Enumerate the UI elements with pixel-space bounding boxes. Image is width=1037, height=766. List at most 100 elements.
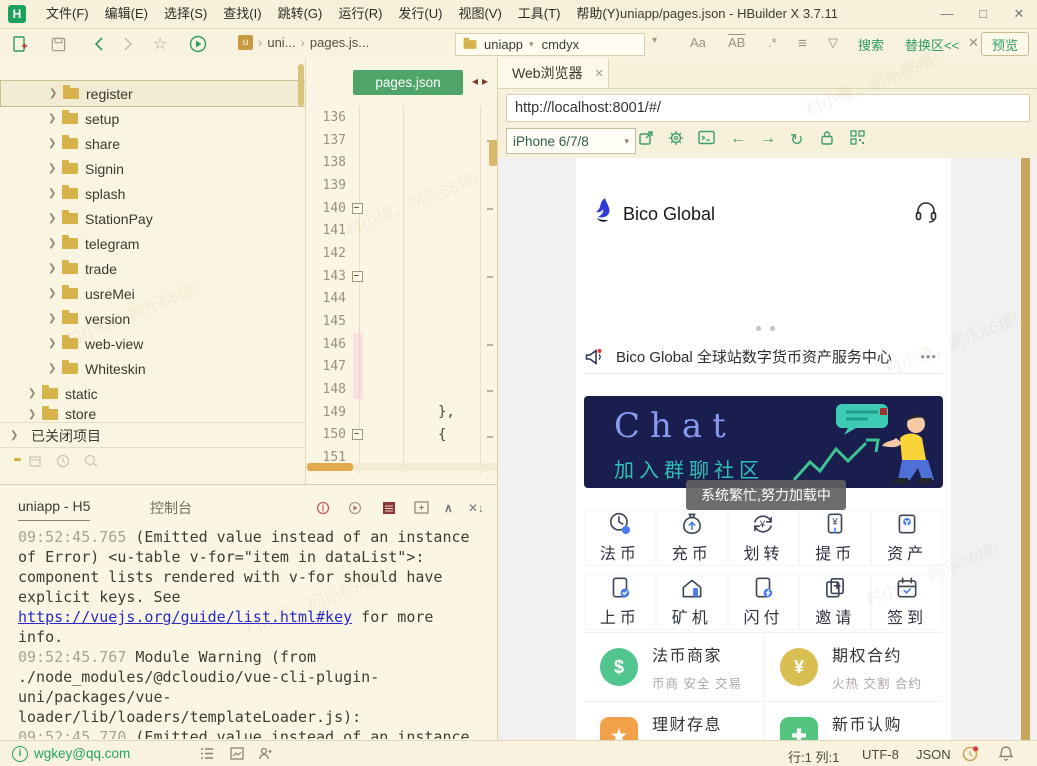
menu-item-help[interactable]: 帮助(Y) bbox=[568, 0, 627, 28]
menu-item-edit[interactable]: 编辑(E) bbox=[97, 0, 156, 28]
menu-item-qiandao[interactable]: 签到 bbox=[871, 574, 943, 630]
customer-service-icon[interactable] bbox=[914, 200, 938, 224]
tree-item-version[interactable]: ❯version bbox=[0, 306, 305, 331]
menu-item-chongbi[interactable]: 充币 bbox=[656, 510, 728, 566]
tab-scroll-arrows[interactable]: ◂▸ bbox=[472, 74, 492, 88]
device-select[interactable]: iPhone 6/7/8 ▾ bbox=[506, 128, 636, 154]
restart-icon[interactable] bbox=[348, 501, 362, 515]
editor-horizontal-scrollbar[interactable] bbox=[307, 463, 353, 471]
tab-pages-json[interactable]: pages.json bbox=[353, 70, 463, 95]
collapse-panel-icon[interactable]: ∧ bbox=[444, 501, 453, 515]
tree-item-telegram[interactable]: ❯telegram bbox=[0, 231, 305, 256]
maximize-button[interactable]: □ bbox=[965, 0, 1001, 28]
announcement-bar[interactable]: Bico Global 全球站数字货币资产服务中心 ••• bbox=[584, 340, 943, 374]
project-select[interactable]: uniapp bbox=[484, 37, 523, 52]
tree-item-splash[interactable]: ❯splash bbox=[0, 181, 305, 206]
browser-scrollbar[interactable] bbox=[1021, 158, 1030, 740]
tree-item-trade[interactable]: ❯trade bbox=[0, 256, 305, 281]
lock-icon[interactable] bbox=[820, 130, 834, 145]
console-link[interactable]: https://vuejs.org/guide/list.html#key bbox=[18, 608, 352, 626]
card-fiat-merchant[interactable]: $ 法币商家 币商 安全 交易 bbox=[584, 633, 763, 701]
run-button[interactable] bbox=[188, 34, 208, 54]
clear-log-icon[interactable] bbox=[382, 501, 396, 515]
forward-button[interactable] bbox=[118, 34, 138, 54]
image-preview-icon[interactable] bbox=[230, 747, 244, 760]
account-email[interactable]: wgkey@qq.com bbox=[34, 746, 130, 761]
chevron-down-icon[interactable]: ▾ bbox=[652, 35, 657, 46]
close-panel-icon[interactable]: ✕↓ bbox=[468, 501, 484, 515]
debug-phone-icon[interactable] bbox=[316, 501, 330, 515]
tree-item-static[interactable]: ❯static bbox=[0, 381, 305, 406]
card-wealth-interest[interactable]: ★ 理财存息 高效 理财 投资 bbox=[584, 702, 763, 740]
new-window-icon[interactable] bbox=[414, 501, 429, 514]
tree-item-register[interactable]: ❯ register bbox=[0, 80, 305, 107]
menu-item-select[interactable]: 选择(S) bbox=[156, 0, 215, 28]
menu-item-publish[interactable]: 发行(U) bbox=[390, 0, 450, 28]
package-icon[interactable] bbox=[28, 454, 42, 468]
tree-item-setup[interactable]: ❯setup bbox=[0, 106, 305, 131]
bell-icon[interactable] bbox=[998, 745, 1014, 762]
regex-toggle[interactable]: .* bbox=[768, 35, 777, 50]
list-lines-icon[interactable]: ≡ bbox=[798, 35, 807, 52]
bookmark-star-icon[interactable]: ☆ bbox=[150, 34, 170, 54]
fold-marker[interactable] bbox=[352, 203, 363, 214]
save-button[interactable] bbox=[48, 34, 68, 54]
outline-list-icon[interactable] bbox=[200, 747, 214, 760]
menu-item-yaoqing[interactable]: 邀请 bbox=[799, 574, 871, 630]
tree-item-stationpay[interactable]: ❯StationPay bbox=[0, 206, 305, 231]
refresh-icon[interactable]: ↻ bbox=[790, 130, 803, 150]
editor-vertical-scrollbar[interactable] bbox=[489, 140, 497, 166]
menu-item-run[interactable]: 运行(R) bbox=[330, 0, 390, 28]
fold-marker[interactable] bbox=[352, 429, 363, 440]
tab-web-browser[interactable]: Web浏览器 ✕ bbox=[498, 58, 609, 88]
tab-console[interactable]: 控制台 bbox=[150, 498, 192, 518]
qr-code-icon[interactable] bbox=[850, 130, 865, 145]
encoding-indicator[interactable]: UTF-8 bbox=[862, 747, 899, 762]
menu-item-file[interactable]: 文件(F) bbox=[38, 0, 97, 28]
chat-banner[interactable]: Chat 加入群聊社区 bbox=[584, 396, 943, 488]
filter-icon[interactable]: ▽ bbox=[828, 35, 838, 51]
match-case-toggle[interactable]: Aa bbox=[690, 35, 706, 50]
menu-item-tools[interactable]: 工具(T) bbox=[510, 0, 569, 28]
syntax-indicator[interactable]: JSON bbox=[916, 747, 951, 762]
closed-projects-row[interactable]: ❯ 已关闭项目 bbox=[0, 422, 305, 448]
new-file-button[interactable] bbox=[10, 34, 30, 54]
devtools-console-icon[interactable] bbox=[698, 130, 715, 145]
minimize-button[interactable]: — bbox=[929, 0, 965, 28]
settings-gear-icon[interactable] bbox=[668, 130, 684, 146]
menu-item-kuangji[interactable]: 矿机 bbox=[656, 574, 728, 630]
tree-item-store[interactable]: ❯store bbox=[0, 406, 305, 422]
search-button[interactable]: 搜索 bbox=[858, 35, 884, 54]
menu-item-zichan[interactable]: 资产 bbox=[871, 510, 943, 566]
close-button[interactable]: ✕ bbox=[1001, 0, 1037, 28]
menu-item-view[interactable]: 视图(V) bbox=[450, 0, 509, 28]
more-dots[interactable]: ••• bbox=[920, 349, 937, 364]
project-search-box[interactable]: uniapp ▾ bbox=[455, 33, 645, 56]
menu-item-goto[interactable]: 跳转(G) bbox=[270, 0, 331, 28]
history-icon[interactable] bbox=[56, 454, 70, 468]
close-tab-icon[interactable]: ✕ bbox=[595, 67, 604, 80]
editor-lines[interactable]: 136 137 138 139 140 141 142 143 144 145 … bbox=[306, 106, 498, 469]
tree-item-usremei[interactable]: ❯usreMei bbox=[0, 281, 305, 306]
cursor-position[interactable]: 行:1 列:1 bbox=[788, 747, 839, 766]
tab-uniapp-h5[interactable]: uniapp - H5 bbox=[18, 498, 90, 521]
menu-item-find[interactable]: 查找(I) bbox=[215, 0, 269, 28]
console-log-area[interactable]: 09:52:45.765 (Emitted value instead of a… bbox=[18, 527, 480, 739]
open-external-icon[interactable] bbox=[638, 130, 654, 146]
tree-item-signin[interactable]: ❯Signin bbox=[0, 156, 305, 181]
whole-word-toggle[interactable]: AB bbox=[728, 35, 745, 50]
preview-button[interactable]: 预览 bbox=[981, 32, 1029, 56]
menu-item-huazhuan[interactable]: ¥ 划转 bbox=[728, 510, 800, 566]
fold-marker[interactable] bbox=[352, 271, 363, 282]
close-search-icon[interactable]: ✕ bbox=[968, 35, 979, 51]
forward-arrow-icon[interactable]: → bbox=[760, 130, 776, 148]
menu-item-shangbi[interactable]: 上币 bbox=[584, 574, 656, 630]
replace-button[interactable]: 替换区<< bbox=[905, 35, 959, 54]
menu-item-fabi[interactable]: 法币 bbox=[584, 510, 656, 566]
global-search-icon[interactable] bbox=[84, 454, 99, 468]
menu-item-tibi[interactable]: ¥ 提币 bbox=[799, 510, 871, 566]
url-input[interactable] bbox=[506, 94, 1030, 122]
breadcrumb-project[interactable]: uni... bbox=[267, 35, 295, 50]
tree-scrollbar[interactable] bbox=[298, 64, 304, 106]
tree-item-share[interactable]: ❯share bbox=[0, 131, 305, 156]
